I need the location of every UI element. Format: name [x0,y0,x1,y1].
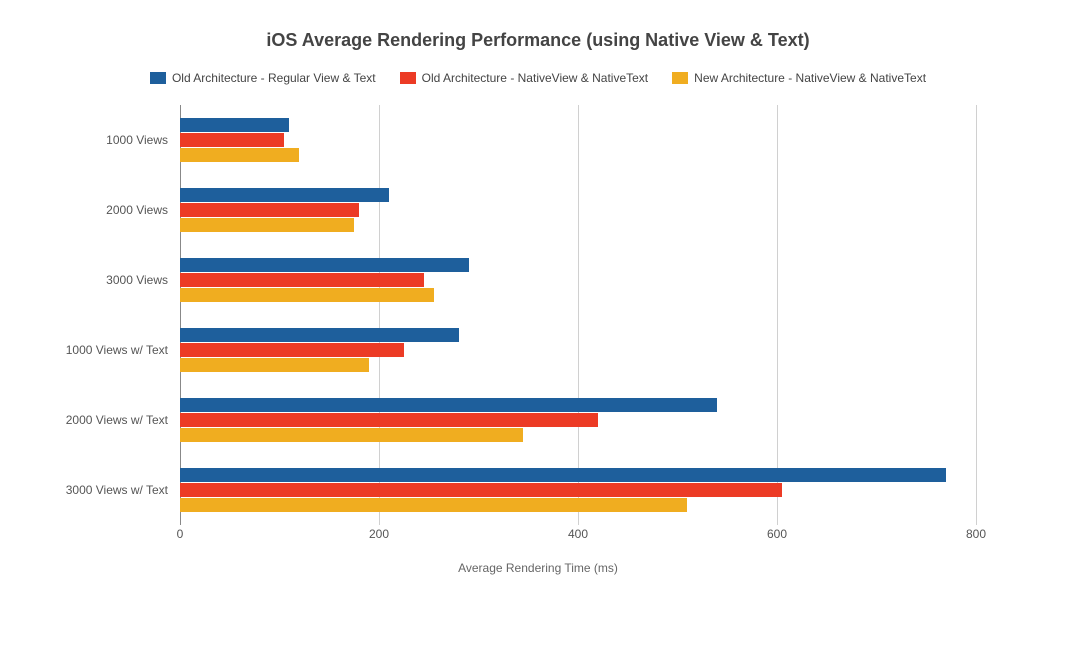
xtick-0: 0 [177,527,184,541]
legend-label-0: Old Architecture - Regular View & Text [172,71,376,85]
bar-4-2 [180,428,523,442]
xtick-3: 600 [767,527,787,541]
legend-item-2: New Architecture - NativeView & NativeTe… [672,71,926,85]
category-label-1: 2000 Views [106,203,168,217]
xtick-2: 400 [568,527,588,541]
category-label-0: 1000 Views [106,133,168,147]
gridline-4 [976,105,977,525]
group-1: 2000 Views [180,175,976,245]
group-3: 1000 Views w/ Text [180,315,976,385]
bar-0-1 [180,133,284,147]
category-label-2: 3000 Views [106,273,168,287]
legend-item-1: Old Architecture - NativeView & NativeTe… [400,71,649,85]
x-ticks: 0 200 400 600 800 [180,527,976,547]
legend-item-0: Old Architecture - Regular View & Text [150,71,376,85]
bar-1-0 [180,188,389,202]
legend-label-2: New Architecture - NativeView & NativeTe… [694,71,926,85]
xtick-1: 200 [369,527,389,541]
group-2: 3000 Views [180,245,976,315]
category-label-3: 1000 Views w/ Text [66,343,168,357]
legend-label-1: Old Architecture - NativeView & NativeTe… [422,71,649,85]
bar-5-1 [180,483,782,497]
bar-3-2 [180,358,369,372]
chart-title: iOS Average Rendering Performance (using… [50,30,1026,51]
bar-1-2 [180,218,354,232]
category-label-5: 3000 Views w/ Text [66,483,168,497]
bar-4-0 [180,398,717,412]
bar-4-1 [180,413,598,427]
bar-2-0 [180,258,469,272]
xtick-4: 800 [966,527,986,541]
bar-0-0 [180,118,289,132]
bar-0-2 [180,148,299,162]
chart-area: 1000 Views 2000 Views 3000 Views 1000 Vi… [50,105,1026,575]
group-5: 3000 Views w/ Text [180,455,976,525]
group-4: 2000 Views w/ Text [180,385,976,455]
bar-2-1 [180,273,424,287]
bar-groups: 1000 Views 2000 Views 3000 Views 1000 Vi… [180,105,976,525]
category-label-4: 2000 Views w/ Text [66,413,168,427]
bar-3-0 [180,328,459,342]
x-axis-label: Average Rendering Time (ms) [50,561,1026,575]
legend: Old Architecture - Regular View & Text O… [50,71,1026,85]
bar-5-0 [180,468,946,482]
bar-5-2 [180,498,687,512]
bar-2-2 [180,288,434,302]
plot: 1000 Views 2000 Views 3000 Views 1000 Vi… [180,105,976,525]
legend-swatch-2 [672,72,688,84]
bar-3-1 [180,343,404,357]
legend-swatch-1 [400,72,416,84]
legend-swatch-0 [150,72,166,84]
bar-1-1 [180,203,359,217]
group-0: 1000 Views [180,105,976,175]
